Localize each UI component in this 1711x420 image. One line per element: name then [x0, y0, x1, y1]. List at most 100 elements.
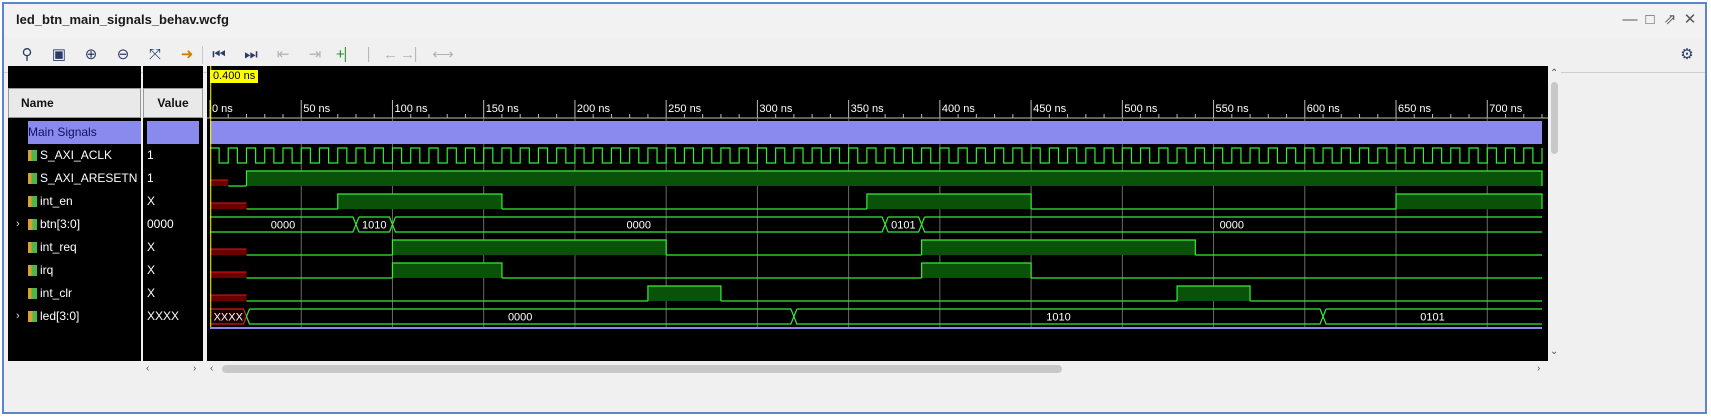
next-marker-icon[interactable]: →⎸ — [400, 45, 430, 65]
signal-icon — [28, 173, 37, 185]
ruler-tick-label: 650 ns — [1398, 103, 1432, 115]
wave-panel[interactable]: 0 ns 50 ns 100 ns 150 ns 200 ns 250 ns 300 ns 3… — [207, 66, 1548, 361]
close-button[interactable]: ✕ — [1681, 10, 1699, 30]
value-horizontal-scrollbar[interactable]: ‹ › — [143, 361, 203, 377]
bus-signal-icon — [28, 219, 37, 231]
high-level-fill — [866, 194, 1032, 209]
signal-value: X — [147, 240, 156, 254]
bit-waveform — [246, 285, 1542, 302]
ruler-tick-label: 200 ns — [577, 103, 611, 115]
vertical-scroll-thumb[interactable] — [1551, 82, 1558, 154]
bus-signal-icon — [28, 311, 37, 323]
signal-name: Main Signals — [28, 125, 97, 139]
scroll-left-icon[interactable]: ‹ — [146, 363, 149, 374]
gear-icon[interactable]: ⚙ — [1676, 45, 1698, 65]
add-marker-icon[interactable]: +⎸ — [336, 45, 360, 65]
signal-icon — [28, 242, 37, 254]
unknown-level — [210, 249, 247, 255]
save-icon[interactable]: ▣ — [48, 45, 70, 65]
bus-value-label: 0101 — [1420, 312, 1444, 324]
signal-name: btn[3:0] — [40, 217, 81, 231]
signal-row-4[interactable]: btn[3:0] — [28, 213, 141, 236]
title-bar: led_btn_main_signals_behav.wcfg — □ ⇗ ✕ — [4, 4, 1705, 38]
minimize-button[interactable]: — — [1621, 10, 1639, 30]
go-to-start-icon[interactable]: ⏮ — [208, 45, 230, 65]
signal-row-6[interactable]: irq — [28, 259, 141, 282]
zoom-in-icon[interactable]: ⊕ — [80, 45, 102, 65]
bus-value-label: 0000 — [271, 220, 295, 232]
signal-icon — [28, 265, 37, 277]
maximize-button[interactable]: □ — [1641, 10, 1659, 30]
signal-row-8[interactable]: led[3:0] — [28, 305, 141, 328]
value-column-header[interactable]: Value — [143, 88, 203, 118]
ruler-tick-label: 500 ns — [1124, 103, 1158, 115]
group-bar — [210, 121, 1542, 144]
bus-value-label: XXXX — [214, 312, 244, 324]
signal-value: X — [147, 286, 156, 300]
signal-name: led[3:0] — [40, 309, 80, 323]
signal-value — [147, 121, 199, 144]
swap-cursors-icon[interactable]: ⟷ — [432, 45, 454, 65]
ruler-tick-label: 350 ns — [851, 103, 885, 115]
waveform-window: led_btn_main_signals_behav.wcfg — □ ⇗ ✕ … — [2, 2, 1707, 414]
signal-row-5[interactable]: int_req — [28, 236, 141, 259]
signal-value: 0000 — [147, 217, 174, 231]
wave-horizontal-scrollbar[interactable]: ‹ › — [207, 361, 1548, 377]
zoom-out-icon[interactable]: ⊖ — [112, 45, 134, 65]
ruler-tick-label: 700 ns — [1489, 103, 1523, 115]
zoom-fit-icon[interactable]: ⤧ — [144, 45, 166, 65]
ruler-tick-label: 400 ns — [942, 103, 976, 115]
bus-value-label: 0000 — [1220, 220, 1244, 232]
bus-value-label: 0000 — [627, 220, 651, 232]
ruler-tick-label: 0 ns — [212, 103, 233, 115]
waveform-canvas[interactable]: 0 ns 50 ns 100 ns 150 ns 200 ns 250 ns 300 ns 3… — [207, 66, 1548, 361]
ruler-tick-label: 50 ns — [303, 103, 330, 115]
signal-value: 1 — [147, 148, 154, 162]
go-to-end-icon[interactable]: ⏭ — [240, 45, 262, 65]
ruler-tick-label: 300 ns — [759, 103, 793, 115]
value-panel: Value 1 1 X 0000 X X X XXXX — [143, 66, 203, 361]
window-title: led_btn_main_signals_behav.wcfg — [16, 12, 229, 27]
signal-name: S_AXI_ARESETN — [40, 171, 138, 185]
next-transition-icon[interactable]: ⇥ — [304, 45, 326, 65]
scroll-right-icon[interactable]: › — [1537, 363, 1540, 374]
ruler-tick-label: 450 ns — [1033, 103, 1067, 115]
bus-value-label: 1010 — [362, 220, 386, 232]
previous-transition-icon[interactable]: ⇤ — [272, 45, 294, 65]
signal-row-7[interactable]: int_clr — [28, 282, 141, 305]
unknown-level — [210, 295, 247, 301]
scroll-left-icon[interactable]: ‹ — [210, 363, 213, 374]
signal-row-1[interactable]: S_AXI_ACLK — [28, 144, 141, 167]
horizontal-scroll-thumb[interactable] — [222, 365, 1062, 373]
goto-cursor-icon[interactable]: ➜ — [176, 45, 198, 65]
expand-chevron-icon[interactable]: › — [16, 310, 20, 322]
signal-icon — [28, 196, 37, 208]
signal-icon — [28, 288, 37, 300]
signal-name: int_clr — [40, 286, 73, 300]
signal-icon — [28, 150, 37, 162]
name-column-header[interactable]: Name — [8, 88, 141, 118]
scroll-right-icon[interactable]: › — [193, 363, 196, 374]
high-level-fill — [392, 240, 667, 255]
signal-value: X — [147, 194, 156, 208]
vertical-scrollbar[interactable]: ⌃ ⌄ — [1548, 66, 1561, 361]
signal-row-3[interactable]: int_en — [28, 190, 141, 213]
unknown-level — [210, 180, 229, 186]
signal-name: int_req — [40, 240, 77, 254]
signal-row-0[interactable]: Main Signals — [28, 121, 141, 144]
scroll-down-icon[interactable]: ⌄ — [1550, 346, 1558, 357]
high-level-fill — [921, 263, 1032, 278]
expand-chevron-icon[interactable]: › — [16, 218, 20, 230]
signal-row-2[interactable]: S_AXI_ARESETN — [28, 167, 141, 190]
signal-name: int_en — [40, 194, 73, 208]
restore-button[interactable]: ⇗ — [1661, 10, 1679, 30]
cursor-time-label: 0.400 ns — [210, 70, 259, 83]
unknown-level — [210, 272, 247, 278]
bus-value-label: 0000 — [508, 312, 532, 324]
high-level-fill — [921, 240, 1196, 255]
high-level-fill — [647, 286, 721, 301]
ruler-tick-label: 250 ns — [668, 103, 702, 115]
previous-marker-icon[interactable]: ⎸← — [368, 45, 398, 65]
search-icon[interactable]: ⚲ — [16, 45, 38, 65]
scroll-up-icon[interactable]: ⌃ — [1550, 68, 1558, 79]
